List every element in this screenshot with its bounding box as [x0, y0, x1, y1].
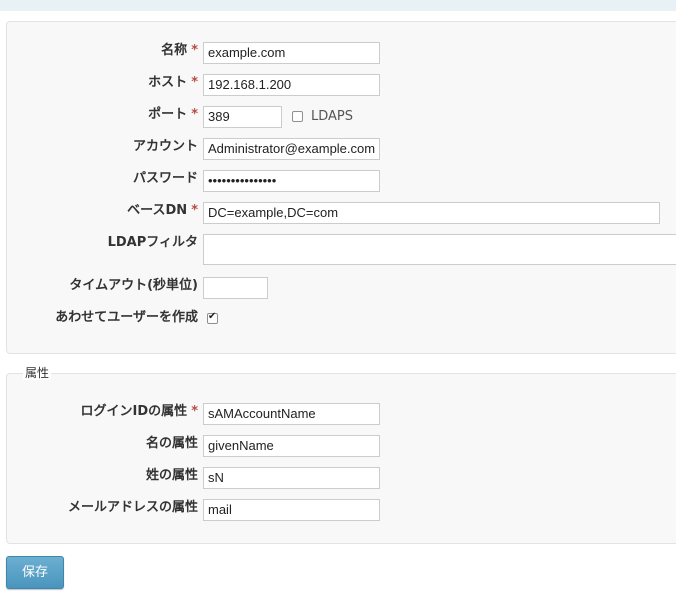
password-label: パスワード	[132, 171, 198, 186]
email-attr-label: メールアドレスの属性	[67, 500, 198, 515]
required-mark: *	[191, 107, 198, 122]
surname-attr-label: 姓の属性	[145, 468, 198, 483]
ldaps-checkbox[interactable]	[292, 111, 303, 122]
host-input[interactable]: 192.168.1.200	[203, 74, 380, 96]
required-mark: *	[191, 75, 198, 90]
email-attr-input[interactable]: mail	[203, 499, 380, 521]
account-input[interactable]: Administrator@example.com	[203, 138, 380, 160]
given-name-attr-input[interactable]: givenName	[203, 435, 380, 457]
name-label: 名称 *	[161, 43, 198, 58]
ldap-filter-textarea[interactable]	[203, 234, 676, 265]
base-dn-label: ベースDN *	[127, 203, 198, 218]
given-name-attr-label: 名の属性	[145, 436, 198, 451]
surname-attr-input[interactable]: sN	[203, 467, 380, 489]
top-bar	[0, 0, 676, 11]
ldaps-label: LDAPS	[311, 109, 354, 124]
host-label: ホスト *	[148, 75, 198, 90]
required-mark: *	[191, 43, 198, 58]
timeout-input[interactable]	[203, 277, 268, 299]
password-input[interactable]: •••••••••••••••	[203, 170, 380, 192]
name-input[interactable]: example.com	[203, 42, 380, 64]
save-button[interactable]: 保存	[6, 556, 64, 589]
create-user-checkbox[interactable]	[207, 311, 218, 324]
account-label: アカウント	[132, 139, 198, 154]
port-input[interactable]: 389	[203, 106, 282, 128]
attributes-legend: 属性	[23, 366, 52, 380]
login-id-attr-input[interactable]: sAMAccountName	[203, 403, 380, 425]
required-mark: *	[191, 203, 198, 218]
base-dn-input[interactable]: DC=example,DC=com	[203, 202, 660, 224]
timeout-label: タイムアウト(秒単位)	[69, 278, 198, 293]
login-id-attr-label: ログインIDの属性 *	[80, 404, 198, 419]
create-user-label: あわせてユーザーを作成	[55, 310, 198, 325]
port-label: ポート *	[148, 107, 198, 122]
required-mark: *	[191, 404, 198, 419]
ldap-filter-label: LDAPフィルタ	[107, 235, 198, 250]
